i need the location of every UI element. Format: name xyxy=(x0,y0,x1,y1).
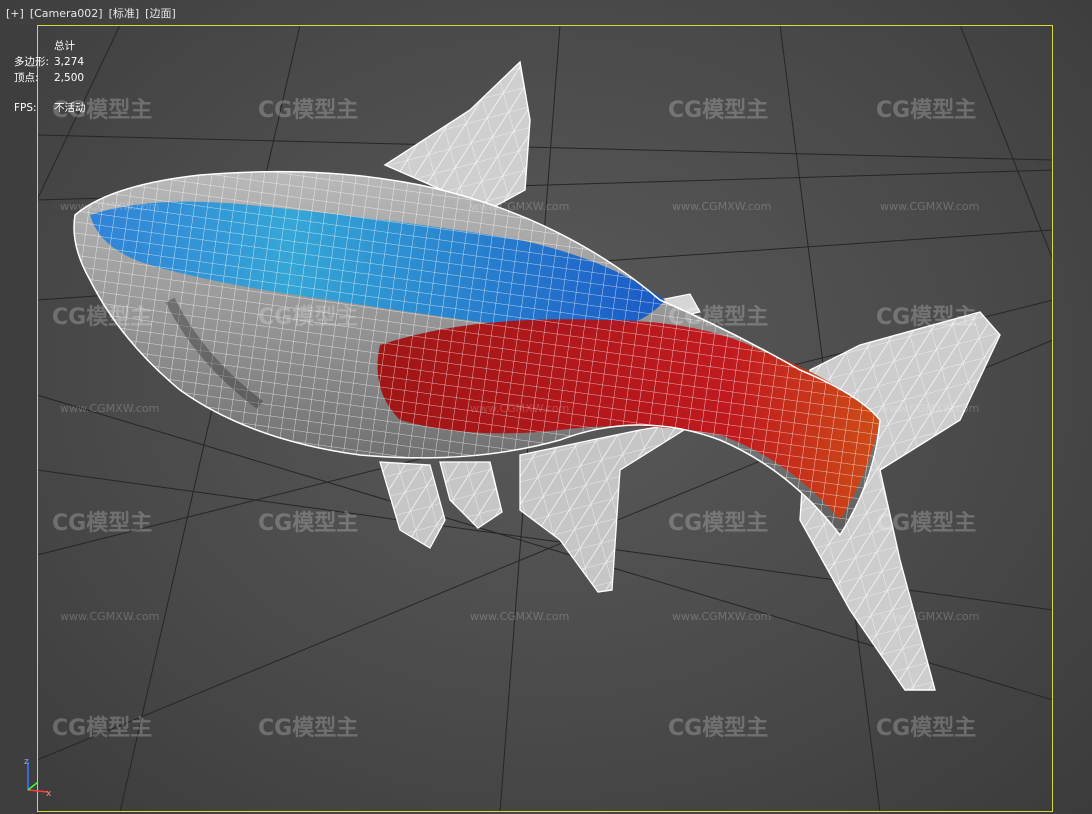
watermark-logo: CG模型主 xyxy=(668,98,768,123)
watermark-url: www.CGMXW.com xyxy=(880,200,979,213)
stats-polygons-label: 多边形: xyxy=(14,56,50,68)
axis-z-label: z xyxy=(24,757,29,767)
watermark-url: www.CGMXW.com xyxy=(470,610,569,623)
stats-vertices-value: 2,500 xyxy=(54,72,85,84)
watermark-url: www.CGMXW.com xyxy=(60,402,159,415)
viewport-label-menu: [+] [Camera002] [标准] [边面] xyxy=(6,5,176,23)
watermark-logo: CG模型主 xyxy=(668,716,768,741)
watermark-url: www.CGMXW.com xyxy=(470,402,569,415)
watermark-logo: CG模型主 xyxy=(876,305,976,330)
viewport-camera002[interactable]: CG模型主 CG模型主 CG模型主 CG模型主 CG模型主 CG模型主 CG模型… xyxy=(0,0,1092,814)
watermark-logo: CG模型主 xyxy=(52,305,152,330)
watermark-logo: CG模型主 xyxy=(258,305,358,330)
scene-canvas[interactable]: CG模型主 CG模型主 CG模型主 CG模型主 CG模型主 CG模型主 CG模型… xyxy=(0,0,1092,814)
watermark-logo: CG模型主 xyxy=(876,98,976,123)
watermark-url: www.CGMXW.com xyxy=(880,402,979,415)
watermark-logo: CG模型主 xyxy=(876,511,976,536)
viewport-plus-menu[interactable]: [+] xyxy=(6,5,24,23)
stats-fps-value: 不活动 xyxy=(54,102,86,114)
left-strip xyxy=(0,25,37,814)
watermark-logo: CG模型主 xyxy=(258,716,358,741)
watermark-url: www.CGMXW.com xyxy=(470,200,569,213)
stats-fps-label: FPS: xyxy=(14,102,37,114)
watermark-logo: CG模型主 xyxy=(258,511,358,536)
viewport-camera-menu[interactable]: [Camera002] xyxy=(30,5,103,23)
watermark-logo: CG模型主 xyxy=(668,305,768,330)
watermark-logo: CG模型主 xyxy=(52,511,152,536)
stats-polygons-value: 3,274 xyxy=(54,56,85,68)
watermark-url: www.CGMXW.com xyxy=(672,200,771,213)
stats-vertices-row: 顶点: 2,500 xyxy=(14,70,86,86)
watermark-url: www.CGMXW.com xyxy=(60,610,159,623)
watermark-url: www.CGMXW.com xyxy=(880,610,979,623)
watermark-logo: CG模型主 xyxy=(668,511,768,536)
watermark-logo: CG模型主 xyxy=(258,98,358,123)
watermark-url: www.CGMXW.com xyxy=(60,200,159,213)
watermark-url: www.CGMXW.com xyxy=(672,610,771,623)
watermark-logo: CG模型主 xyxy=(52,716,152,741)
stats-header: 总计 xyxy=(54,40,75,52)
stats-fps-row: FPS: 不活动 xyxy=(14,100,86,116)
stats-vertices-label: 顶点: xyxy=(14,72,39,84)
watermark-logo: CG模型主 xyxy=(876,716,976,741)
stats-polygons-row: 多边形: 3,274 xyxy=(14,54,86,70)
axis-gizmo-icon: z x xyxy=(24,757,52,799)
viewport-statistics: 总计 多边形: 3,274 顶点: 2,500 FPS: 不活动 xyxy=(14,38,86,116)
viewport-shading-edges-menu[interactable]: [边面] xyxy=(145,5,176,23)
axis-x-label: x xyxy=(46,789,52,799)
viewport-shading-standard-menu[interactable]: [标准] xyxy=(109,5,140,23)
